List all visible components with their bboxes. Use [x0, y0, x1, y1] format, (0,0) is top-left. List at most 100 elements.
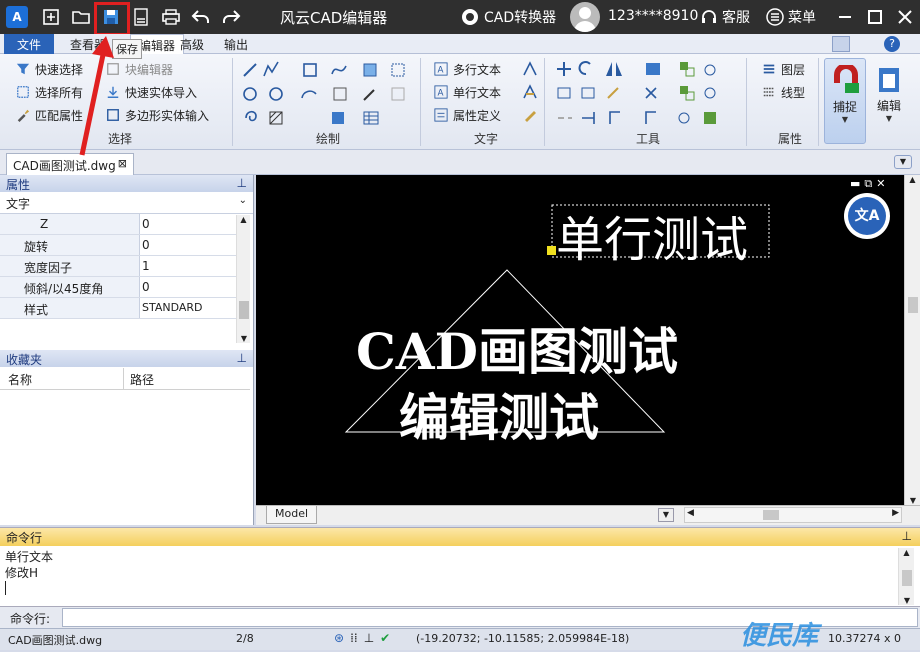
- redo-icon[interactable]: [220, 6, 242, 28]
- scroll-up-icon[interactable]: ▲: [905, 175, 920, 184]
- drawing-canvas[interactable]: ▬ ⧉ ✕ 单行测试 CAD画图测试 编辑测试 文A: [256, 175, 904, 505]
- text-edit-icon[interactable]: [522, 84, 538, 100]
- edit-label: 编辑: [876, 99, 901, 113]
- layout-list-icon[interactable]: ▼: [658, 508, 674, 522]
- text-style-icon[interactable]: [522, 61, 538, 77]
- scroll-right-icon[interactable]: ▶: [892, 508, 899, 518]
- user-phone[interactable]: 123****8910: [608, 8, 698, 24]
- single-line-text[interactable]: 单行测试: [556, 200, 748, 270]
- prop-row[interactable]: 倾斜/以45度角 0: [0, 277, 236, 298]
- snap-button[interactable]: 捕捉 ▼: [824, 58, 866, 144]
- filter-icon: [14, 60, 32, 78]
- translate-button[interactable]: 文A: [844, 193, 890, 239]
- log-line: 单行文本: [5, 550, 54, 564]
- attdef-label: 属性定义: [453, 108, 502, 123]
- prop-value[interactable]: STANDARD: [140, 298, 236, 318]
- scroll-up-icon[interactable]: ▲: [237, 215, 250, 224]
- command-log-scrollbar[interactable]: ▲ ▼: [898, 548, 914, 605]
- layer-button[interactable]: 图层: [760, 59, 805, 79]
- scroll-left-icon[interactable]: ◀: [687, 508, 694, 518]
- stretch-icon: [557, 87, 571, 99]
- circle-icon: [243, 87, 257, 101]
- tab-list-icon[interactable]: ▼: [894, 155, 912, 169]
- prop-value[interactable]: 0: [140, 277, 236, 297]
- group-divider: [232, 58, 233, 146]
- linetype-button[interactable]: 线型: [760, 82, 805, 102]
- draw-tools: [242, 60, 414, 126]
- osnap-toggle-icon[interactable]: ✔: [380, 631, 390, 645]
- column-header-path[interactable]: 路径: [124, 368, 160, 389]
- group-icon: [680, 62, 695, 77]
- scroll-down-icon[interactable]: ▼: [899, 596, 915, 605]
- column-header-name[interactable]: 名称: [0, 368, 124, 389]
- cut-icon: [704, 64, 716, 76]
- converter-icon: [462, 9, 478, 25]
- export-pdf-icon[interactable]: [130, 6, 152, 28]
- menu-button[interactable]: 菜单: [766, 7, 816, 27]
- cad-converter-button[interactable]: CAD转换器: [462, 7, 556, 27]
- prop-row[interactable]: 宽度因子 1: [0, 256, 236, 277]
- ortho-toggle-icon[interactable]: ⊥: [364, 631, 374, 645]
- tab-output[interactable]: 输出: [216, 34, 256, 54]
- grip-point: [547, 246, 556, 255]
- tab-advanced[interactable]: 高级: [172, 34, 212, 54]
- help-icon[interactable]: ?: [884, 36, 900, 52]
- command-log: 单行文本 修改H: [5, 549, 53, 595]
- close-icon[interactable]: [894, 6, 916, 28]
- edit-button[interactable]: 编辑 ▼: [868, 58, 910, 144]
- mtext-button[interactable]: A 多行文本: [432, 59, 501, 79]
- prop-value[interactable]: 1: [140, 256, 236, 276]
- grid-toggle-icon[interactable]: ⁞⁞: [350, 631, 358, 645]
- properties-header: 属性 ⊥: [0, 175, 253, 192]
- scroll-thumb[interactable]: [763, 510, 779, 520]
- canvas-horizontal-scrollbar[interactable]: ◀ ▶: [684, 507, 902, 523]
- attdef-button[interactable]: 属性定义: [432, 105, 501, 125]
- avatar[interactable]: [570, 2, 600, 32]
- prop-row[interactable]: Z0: [0, 214, 236, 235]
- object-type-select[interactable]: 文字 ⌄: [0, 192, 253, 214]
- menu-icon: [766, 8, 784, 26]
- line-icon: [243, 63, 257, 77]
- stext-button[interactable]: A 单行文本: [432, 82, 501, 102]
- scroll-thumb[interactable]: [239, 301, 249, 319]
- customer-service-button[interactable]: 客服: [700, 7, 750, 27]
- text-pen-icon[interactable]: [522, 107, 538, 123]
- prop-value[interactable]: 0: [140, 214, 236, 234]
- scroll-up-icon[interactable]: ▲: [899, 548, 914, 557]
- canvas-vertical-scrollbar[interactable]: ▲ ▼: [904, 175, 920, 505]
- select-all-icon: [14, 83, 32, 101]
- print-icon[interactable]: [160, 6, 182, 28]
- scroll-thumb[interactable]: [902, 570, 912, 586]
- watermark-logo: 便民库: [740, 621, 819, 651]
- prop-row[interactable]: 旋转 0: [0, 235, 236, 256]
- maximize-icon[interactable]: [864, 6, 886, 28]
- pin-icon[interactable]: ⊥: [237, 351, 247, 366]
- log-line: 修改H: [5, 566, 39, 580]
- new-file-icon[interactable]: [40, 6, 62, 28]
- open-folder-icon[interactable]: [70, 6, 92, 28]
- tab-file[interactable]: 文件: [4, 34, 54, 54]
- main-text[interactable]: CAD画图测试: [356, 312, 678, 384]
- status-pages: 2/8: [236, 632, 254, 645]
- pin-icon[interactable]: ⊥: [237, 176, 247, 191]
- undo-icon[interactable]: [190, 6, 212, 28]
- group-divider: [544, 58, 545, 146]
- minimize-icon[interactable]: [834, 6, 856, 28]
- snap-label: 捕捉: [832, 100, 857, 114]
- prop-row[interactable]: 样式 STANDARD: [0, 298, 236, 319]
- scroll-down-icon[interactable]: ▼: [905, 496, 920, 505]
- prop-value[interactable]: 0: [140, 235, 236, 255]
- model-tab[interactable]: Model: [266, 506, 318, 524]
- group-label-draw: 绘制: [315, 132, 340, 146]
- prop-key: 样式: [0, 298, 140, 318]
- ribbon-options-icon[interactable]: [832, 36, 850, 52]
- translate-icon: 文A: [848, 197, 886, 235]
- properties-scrollbar[interactable]: ▲ ▼: [236, 215, 250, 343]
- scroll-down-icon[interactable]: ▼: [237, 334, 251, 343]
- prop-key: Z: [0, 214, 140, 234]
- command-title: 命令行: [6, 531, 43, 545]
- edit-text[interactable]: 编辑测试: [399, 378, 599, 450]
- snap-toggle-icon[interactable]: ⊛: [334, 631, 344, 645]
- pin-icon[interactable]: ⊥: [902, 529, 912, 543]
- scroll-thumb[interactable]: [908, 297, 918, 313]
